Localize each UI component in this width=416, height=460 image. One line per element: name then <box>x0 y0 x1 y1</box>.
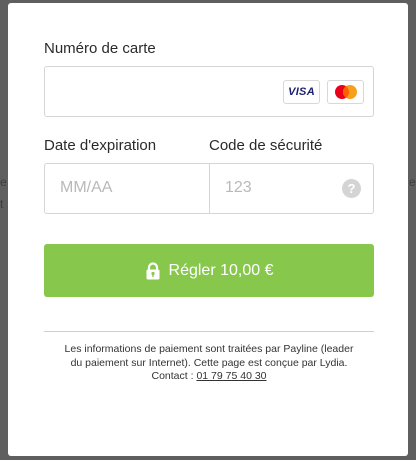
expiry-field[interactable]: MM/AA <box>60 179 112 197</box>
cvc-label: Code de sécurité <box>209 137 323 154</box>
pay-button[interactable]: Régler 10,00 € <box>44 244 374 297</box>
expiry-cvc-group: MM/AA 123 ? <box>44 163 374 214</box>
footer-divider <box>44 331 374 332</box>
background-text-fragment: e <box>0 175 7 189</box>
background-text-fragment: t <box>0 197 4 211</box>
footer-contact: Contact : 01 79 75 40 30 <box>38 370 380 384</box>
cvc-field[interactable]: 123 <box>225 179 252 197</box>
help-icon[interactable]: ? <box>342 179 361 198</box>
lock-icon <box>146 261 160 279</box>
background-text-fragment: e <box>409 175 416 189</box>
mastercard-logo <box>327 80 364 104</box>
card-number-field[interactable]: VISA <box>44 66 374 117</box>
visa-logo: VISA <box>283 80 320 104</box>
footer-text: Les informations de paiement sont traité… <box>38 343 380 384</box>
mastercard-logo-icon <box>334 85 357 99</box>
expiry-label: Date d'expiration <box>44 137 157 154</box>
contact-label: Contact : <box>151 370 197 382</box>
footer-line-2: du paiement sur Internet). Cette page es… <box>70 356 348 369</box>
payment-modal: Numéro de carte VISA Date d'expiration C… <box>8 3 408 456</box>
field-divider <box>209 164 210 213</box>
contact-phone-link[interactable]: 01 79 75 40 30 <box>196 370 266 382</box>
card-number-label: Numéro de carte <box>44 40 156 57</box>
footer-line-1: Les informations de paiement sont traité… <box>64 343 354 355</box>
pay-button-label: Régler 10,00 € <box>168 261 274 279</box>
visa-logo-text: VISA <box>288 86 315 98</box>
